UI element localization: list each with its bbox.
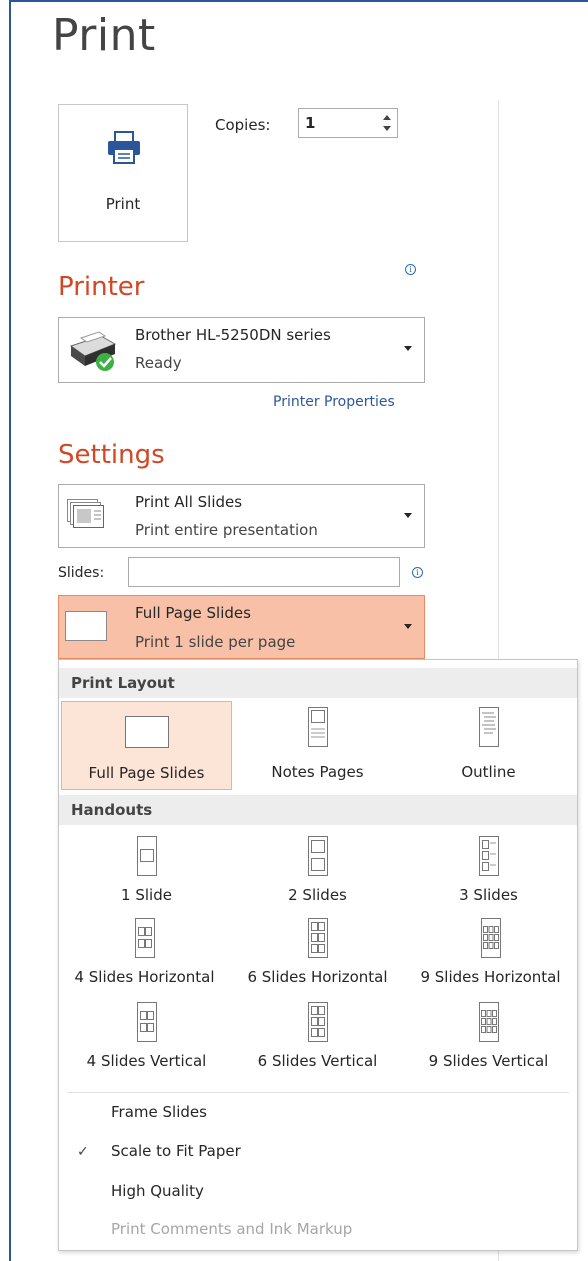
layout-full-page-slides[interactable]: Full Page Slides [61,701,232,790]
chevron-down-icon [404,346,412,351]
settings-section-title: Settings [58,440,165,470]
printer-section-title: Printer [58,272,145,302]
handout-3-slides-icon [478,836,499,876]
handout-1-slide-icon [136,836,157,876]
print-layout-header: Print Layout [59,668,577,698]
print-range-dropdown[interactable]: Print All Slides Print entire presentati… [58,484,425,548]
handout-9-slides-vertical[interactable]: 9 Slides Vertical [403,998,574,1078]
handout-2-slides-icon [307,836,328,876]
window-top-border [0,0,588,2]
option-high-quality[interactable]: High Quality [111,1182,204,1200]
full-page-slide-icon [65,611,107,641]
handout-4-slides-vertical[interactable]: 4 Slides Vertical [61,998,232,1078]
printer-status: Ready [135,354,182,372]
print-layout-title: Full Page Slides [135,604,251,622]
checkmark-icon: ✓ [77,1144,89,1160]
page-title: Print [52,10,156,61]
handout-label: 9 Slides Vertical [428,1052,549,1070]
handout-9-slides-icon [480,918,501,958]
handout-6-slides-icon [307,1002,328,1042]
copies-value: 1 [305,114,316,132]
layout-item-label: Outline [461,763,516,781]
handout-6-slides-vertical[interactable]: 6 Slides Vertical [232,998,403,1078]
handout-2-slides[interactable]: 2 Slides [232,832,403,912]
menu-separator [67,1092,569,1093]
slides-label: Slides: [58,565,105,581]
info-icon[interactable]: i [412,567,423,578]
handout-label: 6 Slides Horizontal [247,968,388,986]
slides-input[interactable] [128,557,400,587]
handout-9-slides-horizontal[interactable]: 9 Slides Horizontal [405,914,576,994]
handout-label: 3 Slides [459,886,518,904]
slides-stack-icon [67,499,104,528]
chevron-down-icon [404,513,412,518]
option-print-comments-ink: Print Comments and Ink Markup [111,1220,353,1238]
window-left-border [0,0,11,1261]
full-page-slide-icon [124,716,169,748]
print-range-subtitle: Print entire presentation [135,521,318,539]
handout-1-slide[interactable]: 1 Slide [61,832,232,912]
handout-label: 6 Slides Vertical [257,1052,378,1070]
layout-item-label: Full Page Slides [88,764,205,782]
print-layout-dropdown[interactable]: Full Page Slides Print 1 slide per page [58,595,425,659]
handout-9-slides-icon [478,1002,499,1042]
print-layout-subtitle: Print 1 slide per page [135,633,296,651]
outline-page-icon [478,707,499,747]
layout-item-label: Notes Pages [271,763,364,781]
handout-3-slides[interactable]: 3 Slides [403,832,574,912]
handout-label: 1 Slide [121,886,172,904]
copies-label: Copies: [215,116,271,134]
print-button-label: Print [105,195,141,213]
layout-notes-pages[interactable]: Notes Pages [232,701,403,790]
copies-stepper[interactable]: 1 [298,108,398,138]
handout-4-slides-icon [136,1002,157,1042]
printer-dropdown[interactable]: Brother HL-5250DN series Ready [58,317,425,383]
handout-label: 4 Slides Horizontal [74,968,215,986]
handout-4-slides-icon [134,918,155,958]
printer-icon [108,131,140,164]
handout-6-slides-icon [307,918,328,958]
handout-label: 2 Slides [288,886,347,904]
handouts-header: Handouts [59,795,577,825]
info-icon[interactable]: i [405,264,416,275]
handout-6-slides-horizontal[interactable]: 6 Slides Horizontal [232,914,403,994]
option-frame-slides[interactable]: Frame Slides [111,1103,207,1121]
option-scale-to-fit-paper[interactable]: Scale to Fit Paper [111,1142,241,1160]
printer-name: Brother HL-5250DN series [135,326,331,344]
chevron-down-icon [404,624,412,629]
print-button[interactable]: Print [58,104,188,242]
notes-page-icon [307,707,328,747]
handout-label: 4 Slides Vertical [86,1052,207,1070]
print-range-title: Print All Slides [135,493,243,511]
handout-label: 9 Slides Horizontal [420,968,561,986]
handout-4-slides-horizontal[interactable]: 4 Slides Horizontal [59,914,230,994]
printer-properties-link[interactable]: Printer Properties [273,394,395,410]
layout-outline[interactable]: Outline [403,701,574,790]
printer-device-icon [69,331,117,371]
spinner-arrows-icon[interactable] [381,111,393,135]
print-layout-menu: Print Layout Full Page Slides Notes Page… [58,659,578,1251]
